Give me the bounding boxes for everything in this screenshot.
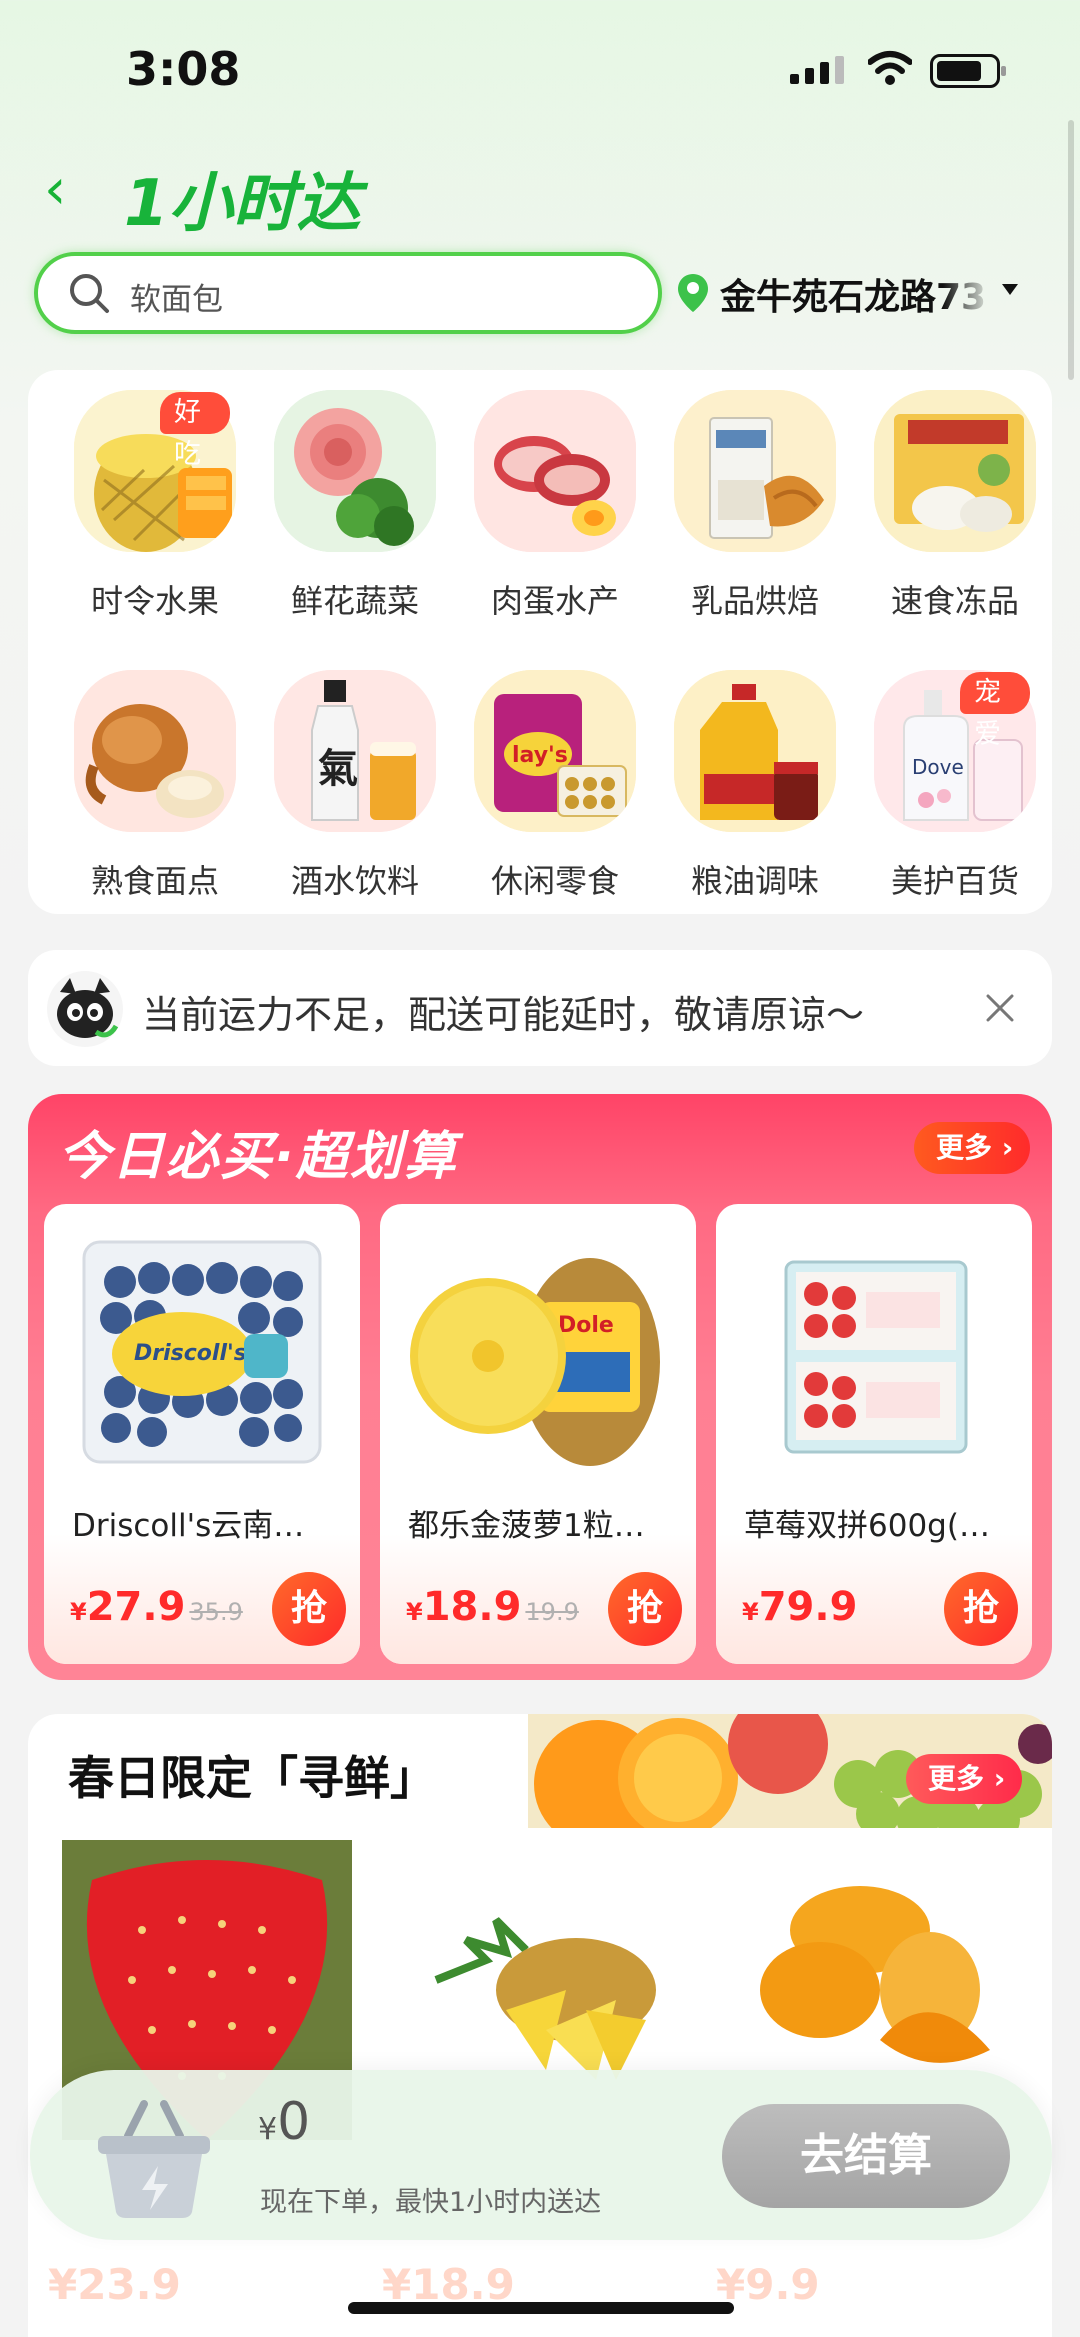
currency: ¥ (406, 1598, 423, 1626)
status-bar: 3:08 (0, 0, 1080, 140)
category-grid: 好吃 时令水果 鲜花蔬菜 肉蛋水产 乳品烘焙 速食冻品 熟食面点 氣 酒水饮料 … (28, 370, 1052, 914)
category-label: 休闲零食 (490, 862, 619, 900)
category-label: 粮油调味 (690, 862, 819, 900)
page-title: 1小时达 (124, 167, 361, 241)
delivery-notice: 当前运力不足，配送可能延时，敬请原谅～ (28, 950, 1052, 1066)
svg-text:lay's: lay's (512, 743, 568, 768)
drinks-image: 氣 (274, 670, 436, 832)
deal-price: ¥79.9 (742, 1584, 861, 1630)
meat-image (474, 390, 636, 552)
category-deli[interactable]: 熟食面点 (60, 660, 236, 900)
wifi-icon (868, 51, 912, 85)
category-label: 美护百货 (890, 862, 1019, 900)
category-dairy[interactable]: 乳品烘焙 (660, 380, 836, 620)
close-icon[interactable] (980, 988, 1020, 1028)
snacks-image: lay's (474, 670, 636, 832)
deal-price: ¥27.9 35.9 (70, 1584, 243, 1630)
grab-button[interactable]: 抢 (272, 1572, 346, 1646)
category-label: 乳品烘焙 (690, 582, 819, 620)
daily-deals-section: 今日必买·超划算 更多 › Driscoll's Driscoll's云南… ¥… (28, 1094, 1052, 1680)
original-price: 19.9 (525, 1598, 579, 1626)
search-placeholder: 软面包 (130, 282, 223, 318)
currency: ¥ (258, 2112, 278, 2147)
total-value: 0 (277, 2092, 311, 2152)
battery-icon (930, 54, 1006, 88)
home-indicator[interactable] (348, 2302, 734, 2314)
pineapple-image: Dole (400, 1222, 676, 1482)
currency: ¥ (70, 1598, 87, 1626)
status-time: 3:08 (126, 42, 241, 96)
deal-name: 草莓双拼600g(… (744, 1508, 990, 1544)
category-badge: 宠爱 (960, 672, 1030, 750)
more-button[interactable]: 更多 › (914, 1122, 1030, 1174)
search-input[interactable]: 软面包 (34, 252, 662, 334)
chevron-right-icon: › (992, 1131, 1014, 1164)
category-label: 鲜花蔬菜 (290, 582, 419, 620)
vegetable-image (274, 390, 436, 552)
ghost-price: ¥23.9 (48, 2260, 181, 2309)
ghost-price: ¥9.9 (716, 2260, 820, 2309)
location-pin-icon (678, 274, 708, 312)
chevron-right-icon: › (984, 1762, 1006, 1795)
section-title: 今日必买·超划算 (58, 1127, 458, 1187)
deal-card[interactable]: Driscoll's Driscoll's云南… ¥27.9 35.9 抢 (44, 1204, 360, 1664)
more-label: 更多 (928, 1762, 985, 1795)
signal-icon (790, 56, 844, 84)
grab-button[interactable]: 抢 (608, 1572, 682, 1646)
frozen-image (874, 390, 1036, 552)
product-prices-row: ¥23.9 ¥18.9 ¥9.9 (28, 2250, 1052, 2337)
category-grain-oil[interactable]: 粮油调味 (660, 660, 836, 900)
svg-text:Dole: Dole (558, 1313, 614, 1338)
chevron-down-icon[interactable] (1002, 284, 1018, 295)
price-value: 79.9 (758, 1584, 858, 1630)
delivery-eta: 现在下单，最快1小时内送达 (260, 2187, 602, 2218)
search-icon (70, 274, 109, 313)
category-label: 熟食面点 (90, 862, 219, 900)
checkout-button[interactable]: 去结算 (722, 2104, 1010, 2208)
category-label: 肉蛋水产 (490, 582, 619, 620)
svg-text:氣: 氣 (318, 746, 358, 792)
currency: ¥ (742, 1598, 759, 1626)
blueberry-image: Driscoll's (82, 1240, 322, 1464)
scrollbar[interactable] (1068, 120, 1074, 380)
delivery-address[interactable]: 金牛苑石龙路73 (720, 268, 992, 318)
more-button[interactable]: 更多 › (906, 1754, 1022, 1804)
spring-fresh-section: 春日限定「寻鲜」 更多 › (28, 1714, 1052, 2337)
grab-button[interactable]: 抢 (944, 1572, 1018, 1646)
price-value: 27.9 (86, 1584, 186, 1630)
dairy-image (674, 390, 836, 552)
category-beauty[interactable]: Dove 宠爱 美护百货 (860, 660, 1036, 900)
section-title: 春日限定「寻鲜」 (68, 1751, 436, 1805)
deli-image (74, 670, 236, 832)
original-price: 35.9 (189, 1598, 243, 1626)
deal-price: ¥18.9 19.9 (406, 1584, 579, 1630)
category-drinks[interactable]: 氣 酒水饮料 (260, 660, 436, 900)
category-label: 速食冻品 (890, 582, 1019, 620)
category-label: 时令水果 (90, 582, 219, 620)
category-fruit[interactable]: 好吃 时令水果 (60, 380, 236, 620)
more-label: 更多 (936, 1131, 993, 1164)
deal-card[interactable]: 草莓双拼600g(… ¥79.9 抢 (716, 1204, 1032, 1664)
deal-card[interactable]: Dole 都乐金菠萝1粒… ¥18.9 19.9 抢 (380, 1204, 696, 1664)
category-veg[interactable]: 鲜花蔬菜 (260, 380, 436, 620)
category-frozen[interactable]: 速食冻品 (860, 380, 1036, 620)
deal-name: Driscoll's云南… (72, 1508, 305, 1544)
cart-total: ¥0 (258, 2092, 310, 2152)
cat-mascot-icon (46, 970, 124, 1048)
notice-text: 当前运力不足，配送可能延时，敬请原谅～ (142, 993, 865, 1037)
checkout-bar: ¥0 现在下单，最快1小时内送达 去结算 (30, 2070, 1052, 2240)
category-badge: 好吃 (160, 392, 230, 470)
strawberry-box-image (736, 1222, 1012, 1482)
category-meat[interactable]: 肉蛋水产 (460, 380, 636, 620)
svg-text:Driscoll's: Driscoll's (134, 1341, 247, 1366)
svg-text:Dove: Dove (912, 755, 964, 779)
back-button[interactable]: ‹ (44, 160, 84, 220)
category-snacks[interactable]: lay's 休闲零食 (460, 660, 636, 900)
basket-icon[interactable] (94, 2090, 214, 2220)
category-label: 酒水饮料 (290, 862, 419, 900)
grain-oil-image (674, 670, 836, 832)
price-value: 18.9 (422, 1584, 522, 1630)
deal-name: 都乐金菠萝1粒… (408, 1508, 645, 1544)
